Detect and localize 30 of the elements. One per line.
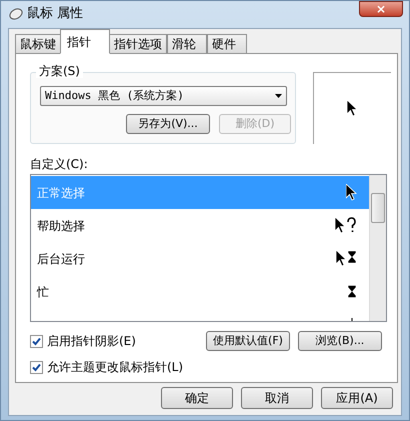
checkbox-option[interactable]: 允许主题更改鼠标指针(L) — [30, 360, 184, 374]
window-title: 鼠标 属性 — [27, 5, 84, 24]
help-cursor-icon — [335, 217, 357, 234]
cursor-button[interactable]: 使用默认值(F) — [206, 331, 290, 351]
scheme-dropdown[interactable]: Windows 黑色 (系统方案) — [40, 86, 287, 106]
dialog-button[interactable]: 确定 — [161, 387, 233, 409]
arrow-cursor-icon — [347, 100, 358, 117]
customize-label: 自定义(C): — [30, 157, 88, 171]
arrow-cursor-icon — [346, 184, 357, 201]
scheme-button[interactable]: 另存为(V)... — [126, 114, 210, 134]
checkbox-option[interactable]: 启用指针阴影(E) — [30, 334, 184, 348]
tab[interactable]: 硬件 — [207, 34, 247, 54]
cursor-button[interactable]: 浏览(B)... — [298, 331, 382, 351]
checkmark-icon — [32, 362, 41, 372]
arrow-hourglass-icon — [336, 250, 357, 267]
tab[interactable]: 指针选项 — [109, 34, 167, 54]
dialog-button[interactable]: 应用(A) — [321, 387, 393, 409]
mouse-icon — [9, 8, 23, 20]
checkmark-icon — [32, 336, 41, 346]
dropdown-arrow-icon — [275, 94, 282, 98]
checkbox[interactable] — [30, 334, 43, 348]
dialog-button[interactable]: 取消 — [241, 387, 313, 409]
scrollbar[interactable] — [369, 175, 386, 321]
tab[interactable]: 滑轮 — [167, 34, 207, 54]
checkbox[interactable] — [30, 360, 43, 374]
hourglass-icon — [347, 284, 357, 298]
scheme-label: 方案(S) — [36, 64, 83, 78]
tab[interactable]: 鼠标键 — [15, 34, 61, 54]
scroll-thumb[interactable] — [371, 193, 385, 223]
tab[interactable]: 指针 — [60, 29, 110, 54]
